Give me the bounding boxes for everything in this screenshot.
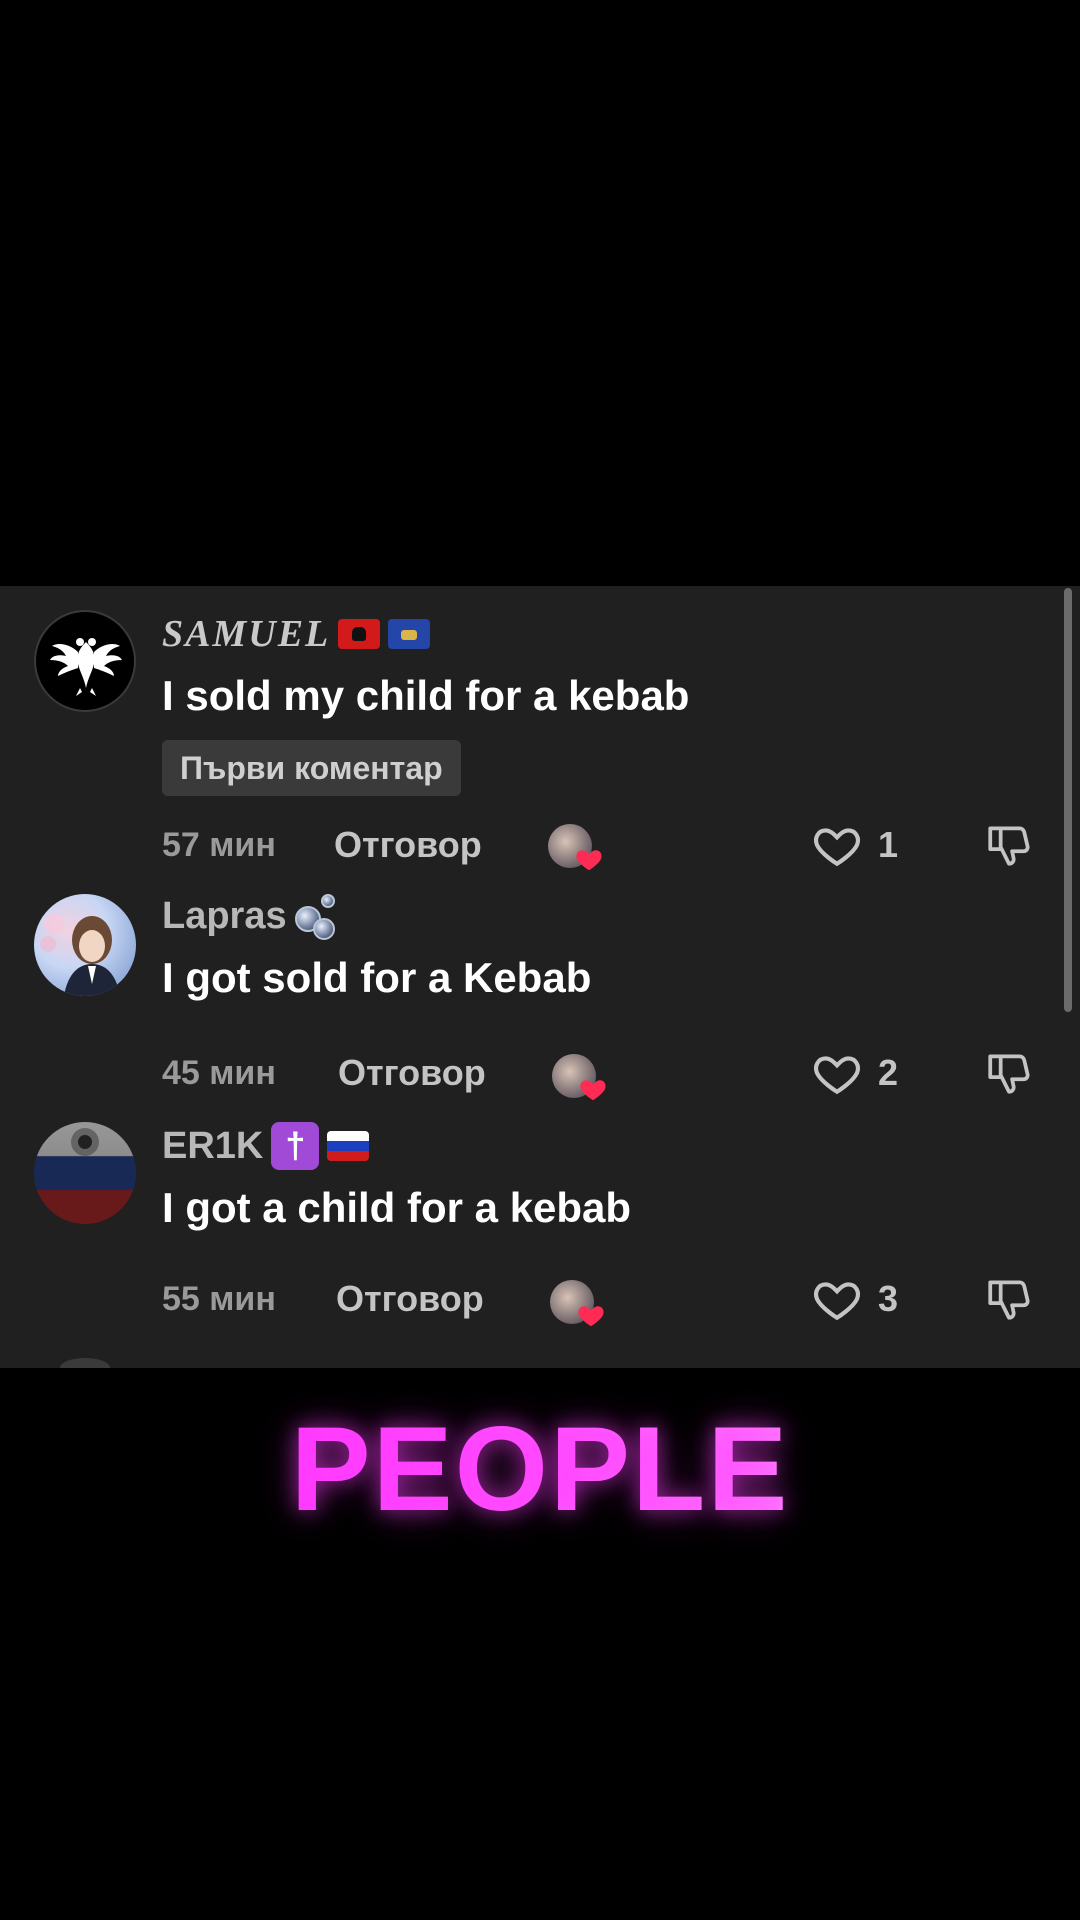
comment-text: I sold my child for a kebab (162, 672, 690, 719)
albania-flag-icon (338, 619, 381, 649)
like-count: 2 (878, 1052, 899, 1093)
first-comment-badge: Първи коментар (162, 740, 461, 796)
comment-item: SAMUEL I sold my child for a kebab Първи… (0, 586, 1080, 872)
comment-time: 55 мин (162, 1280, 276, 1318)
creator-liked-avatar (552, 1054, 606, 1101)
like-button[interactable]: 3 (812, 1276, 898, 1322)
next-comment-avatar-peek (60, 1358, 110, 1368)
like-button[interactable]: 2 (812, 1050, 898, 1096)
comment-item: ER1K † I got a child for a kebab 55 мин … (0, 1102, 1080, 1342)
heart-filled-icon (576, 850, 602, 871)
heart-outline-icon (813, 1056, 861, 1095)
comment-item: Lapras I got sold for a Kebab 45 мин Отг… (0, 872, 1080, 1102)
russia-flag-helmet-avatar-icon (71, 1128, 99, 1156)
username-text: SAMUEL (162, 613, 331, 655)
comment-text: I got sold for a Kebab (162, 954, 592, 1001)
heart-filled-icon (580, 1080, 606, 1101)
reply-button[interactable]: Отговор (334, 824, 482, 866)
like-count: 3 (878, 1278, 899, 1319)
username-text: Lapras (162, 894, 287, 937)
creator-liked-avatar (550, 1280, 604, 1327)
comment-time: 45 мин (162, 1054, 276, 1092)
avatar[interactable] (34, 1122, 136, 1224)
comment-text: I got a child for a kebab (162, 1184, 632, 1231)
avatar[interactable] (34, 610, 136, 712)
heart-outline-icon (813, 828, 861, 867)
reply-button[interactable]: Отговор (338, 1052, 486, 1094)
comment-username[interactable]: Lapras (162, 894, 339, 940)
dislike-icon[interactable] (984, 1274, 1034, 1324)
russia-flag-icon (327, 1131, 370, 1161)
dislike-icon[interactable] (984, 820, 1034, 870)
heart-outline-icon (813, 1282, 861, 1321)
reply-button[interactable]: Отговор (336, 1278, 484, 1320)
anime-character-avatar-icon (40, 914, 120, 996)
double-eagle-icon (50, 638, 122, 696)
like-count: 1 (878, 824, 899, 865)
overlay-caption: PEOPLE (0, 1400, 1080, 1538)
dislike-icon[interactable] (984, 1048, 1034, 1098)
bubbles-icon (294, 894, 339, 940)
username-text: ER1K (162, 1124, 264, 1167)
cross-icon: † (271, 1122, 320, 1170)
like-button[interactable]: 1 (812, 822, 898, 868)
avatar[interactable] (34, 894, 136, 996)
heart-filled-icon (578, 1306, 604, 1327)
comments-panel: SAMUEL I sold my child for a kebab Първи… (0, 586, 1080, 1368)
comment-username[interactable]: ER1K † (162, 1122, 370, 1170)
creator-liked-avatar (548, 824, 602, 871)
comment-time: 57 мин (162, 826, 276, 864)
comment-username[interactable]: SAMUEL (162, 612, 431, 656)
kosovo-flag-icon (388, 619, 431, 649)
